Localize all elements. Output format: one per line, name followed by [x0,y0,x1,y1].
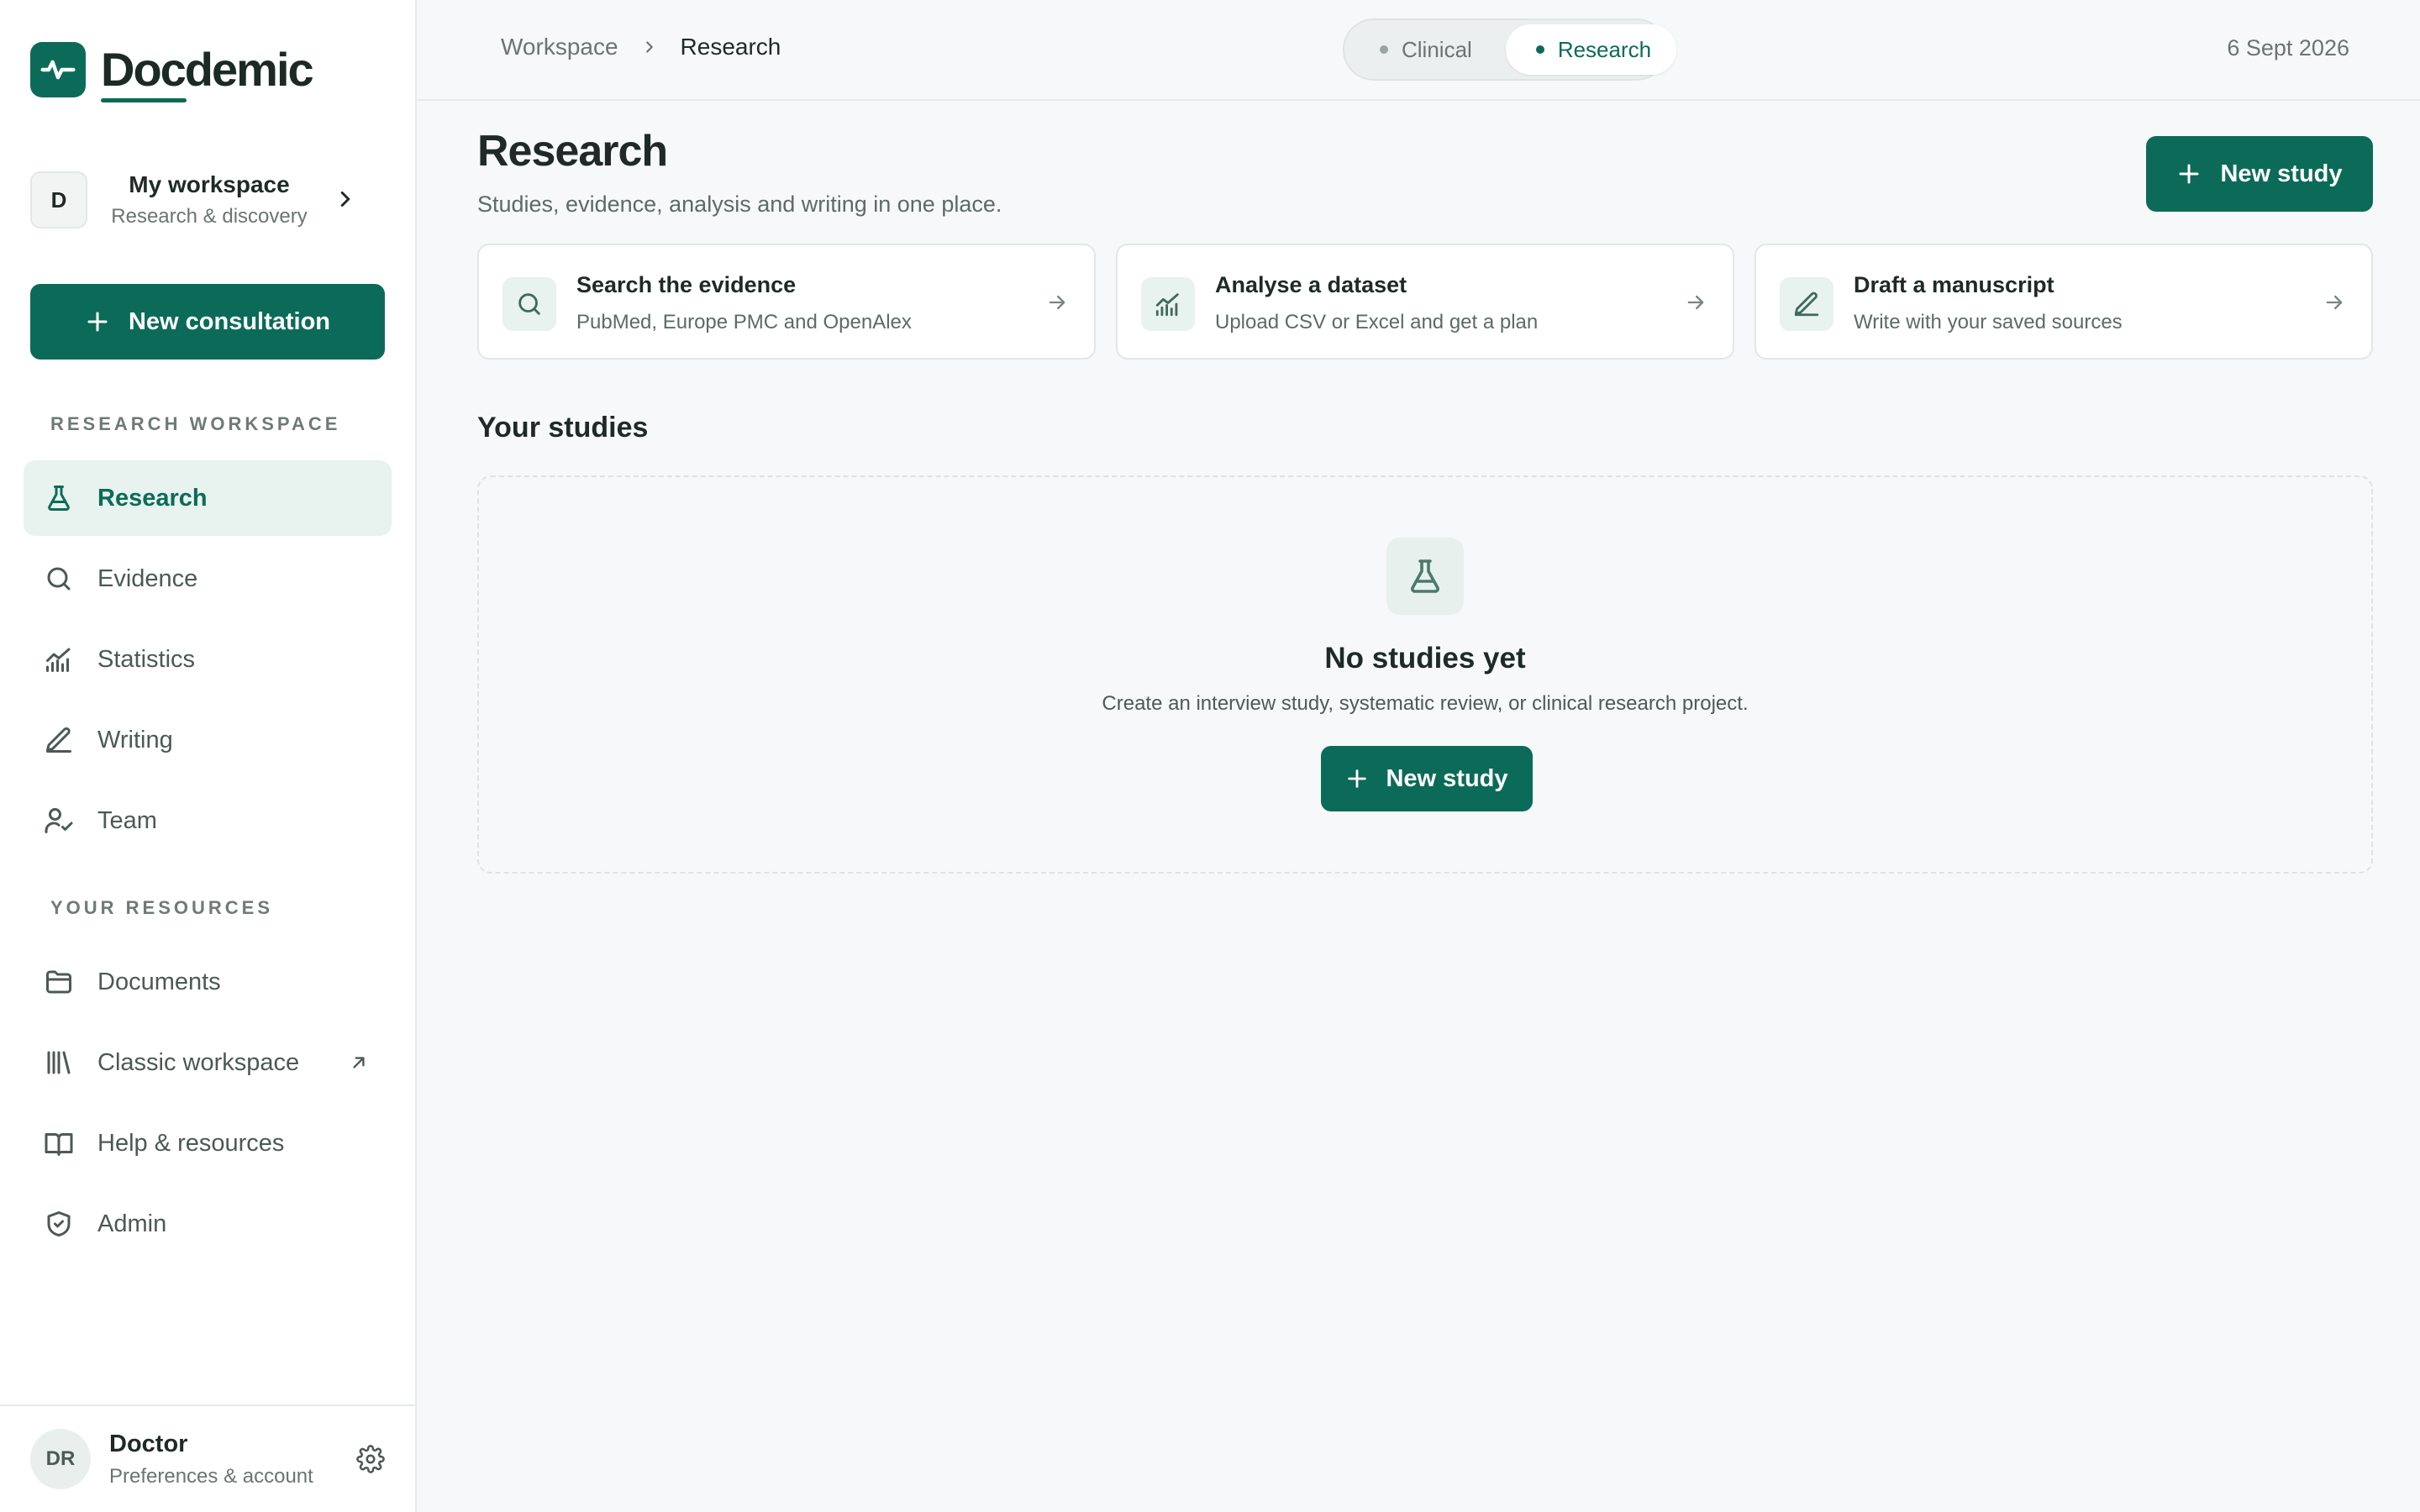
workspace-switcher[interactable]: D My workspace Research & discovery [30,165,383,235]
flask-icon [1386,538,1464,615]
mode-label: Research [1557,36,1652,62]
gear-icon[interactable] [356,1445,385,1473]
card-title: Search the evidence [576,272,797,297]
sidebar-item-documents[interactable]: Documents [24,944,392,1020]
chart-icon [1141,277,1195,331]
sidebar-item-evidence[interactable]: Evidence [24,541,392,617]
breadcrumb-current: Research [680,34,781,60]
chevron-right-icon [333,186,358,212]
brand-logo[interactable]: Docdemic [30,42,314,102]
card-description: Write with your saved sources [1854,311,2123,333]
new-study-label: New study [2220,160,2343,187]
sidebar-item-label: Admin [97,1210,167,1237]
workspace-avatar: D [30,171,87,228]
new-consultation-button[interactable]: New consultation [30,284,385,360]
sidebar: Docdemic D My workspace Research & disco… [0,0,417,1512]
sidebar-item-label: Evidence [97,564,198,592]
sidebar-item-label: Help & resources [97,1129,285,1157]
current-date: 6 Sept 2026 [2227,35,2349,60]
mode-clinical[interactable]: Clinical [1349,24,1497,75]
sidebar-item-team[interactable]: Team [24,783,392,858]
flask-icon [42,481,76,515]
sidebar-item-label: Documents [97,968,221,995]
avatar: DR [30,1429,91,1489]
sidebar-item-label: Classic workspace [97,1048,300,1076]
sidebar-item-admin[interactable]: Admin [24,1186,392,1262]
analyse-dataset-card[interactable]: Analyse a dataset Upload CSV or Excel an… [1116,244,1734,360]
mode-label: Clinical [1402,36,1472,62]
sidebar-item-label: Team [97,806,157,834]
studies-empty-state: No studies yet Create an interview study… [477,475,2373,874]
sidebar-item-help[interactable]: Help & resources [24,1105,392,1181]
folder-icon [42,965,76,999]
sidebar-item-label: Research [97,484,208,512]
card-description: PubMed, Europe PMC and OpenAlex [576,311,912,333]
pulse-icon [30,42,86,97]
sidebar-item-classic-workspace[interactable]: Classic workspace [24,1025,392,1100]
user-subtitle: Preferences & account [109,1464,313,1488]
new-study-button[interactable]: New study [2146,136,2373,212]
sidebar-item-label: Statistics [97,645,196,673]
arrow-right-icon [1045,291,1069,314]
workspace-name: My workspace [129,171,290,197]
resources-section-label: YOUR RESOURCES [50,897,274,918]
topbar: Workspace Research Clinical Research 6 S… [417,0,2420,101]
sidebar-item-writing[interactable]: Writing [24,702,392,778]
breadcrumb-workspace[interactable]: Workspace [501,34,618,60]
brand-underline [101,98,187,102]
arrow-right-icon [1684,291,1707,314]
sidebar-item-label: Writing [97,726,173,753]
breadcrumb: Workspace Research [501,34,781,60]
new-study-empty-button[interactable]: New study [1321,746,1533,811]
search-icon [42,562,76,596]
chart-icon [42,643,76,676]
plus-icon [1345,767,1369,790]
workspace-subtitle: Research & discovery [111,205,308,228]
card-title: Draft a manuscript [1854,272,2054,297]
page-title: Research [477,127,668,176]
plus-icon [85,309,110,334]
pen-icon [1780,277,1833,331]
page-subtitle: Studies, evidence, analysis and writing … [477,192,1002,217]
card-title: Analyse a dataset [1215,272,1407,297]
user-check-icon [42,804,76,837]
sidebar-item-statistics[interactable]: Statistics [24,622,392,697]
chevron-right-icon [640,38,659,56]
empty-state-description: Create an interview study, systematic re… [1102,692,1749,715]
status-dot [1380,45,1388,54]
pen-icon [42,723,76,757]
mode-toggle: Clinical Research [1343,18,1677,81]
shield-icon [42,1207,76,1241]
draft-manuscript-card[interactable]: Draft a manuscript Write with your saved… [1754,244,2373,360]
card-description: Upload CSV or Excel and get a plan [1215,311,1539,333]
sidebar-item-research[interactable]: Research [24,460,392,536]
empty-state-title: No studies yet [1324,642,1526,675]
search-icon [502,277,556,331]
studies-section-title: Your studies [477,412,649,444]
status-dot [1535,45,1544,54]
arrow-right-icon [2323,291,2346,314]
user-name: Doctor [109,1430,188,1457]
library-icon [42,1046,76,1079]
search-evidence-card[interactable]: Search the evidence PubMed, Europe PMC a… [477,244,1096,360]
brand-name: Docdemic [101,46,314,102]
book-icon [42,1126,76,1160]
research-section-label: RESEARCH WORKSPACE [50,413,341,434]
plus-icon [2176,161,2202,186]
account-menu[interactable]: DR Doctor Preferences & account [0,1404,415,1512]
new-study-label: New study [1386,764,1508,792]
new-consultation-label: New consultation [128,307,331,335]
external-link-icon [348,1052,370,1074]
mode-research[interactable]: Research [1505,24,1677,75]
